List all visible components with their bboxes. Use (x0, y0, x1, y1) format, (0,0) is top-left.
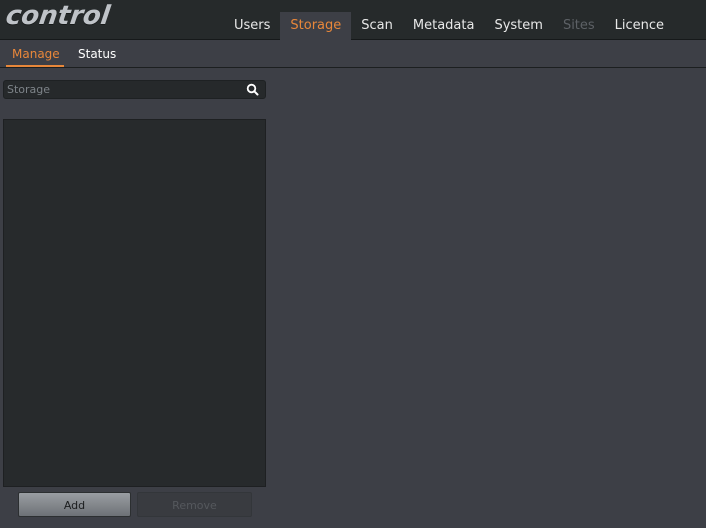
tab-sites: Sites (562, 18, 595, 33)
top-bar: control Users Storage Scan Metadata Syst… (0, 0, 706, 40)
tab-scan[interactable]: Scan (351, 12, 403, 40)
tab-users[interactable]: Users (224, 12, 280, 40)
remove-button: Remove (137, 492, 252, 517)
storage-list[interactable] (3, 119, 266, 487)
storage-search (3, 80, 266, 99)
tab-system[interactable]: System (484, 12, 552, 40)
main-nav: Users Storage Scan Metadata System Sites… (224, 12, 674, 40)
tab-storage[interactable]: Storage (280, 12, 352, 40)
add-button[interactable]: Add (18, 492, 131, 517)
search-icon[interactable] (246, 83, 259, 96)
tab-metadata[interactable]: Metadata (403, 12, 485, 40)
subtab-manage[interactable]: Manage (6, 41, 64, 67)
storage-search-input[interactable] (7, 81, 237, 98)
subtab-status[interactable]: Status (72, 41, 122, 67)
tab-licence[interactable]: Licence (605, 12, 674, 40)
app-logo: control (3, 1, 112, 31)
sub-tabs: Manage Status (0, 41, 706, 68)
